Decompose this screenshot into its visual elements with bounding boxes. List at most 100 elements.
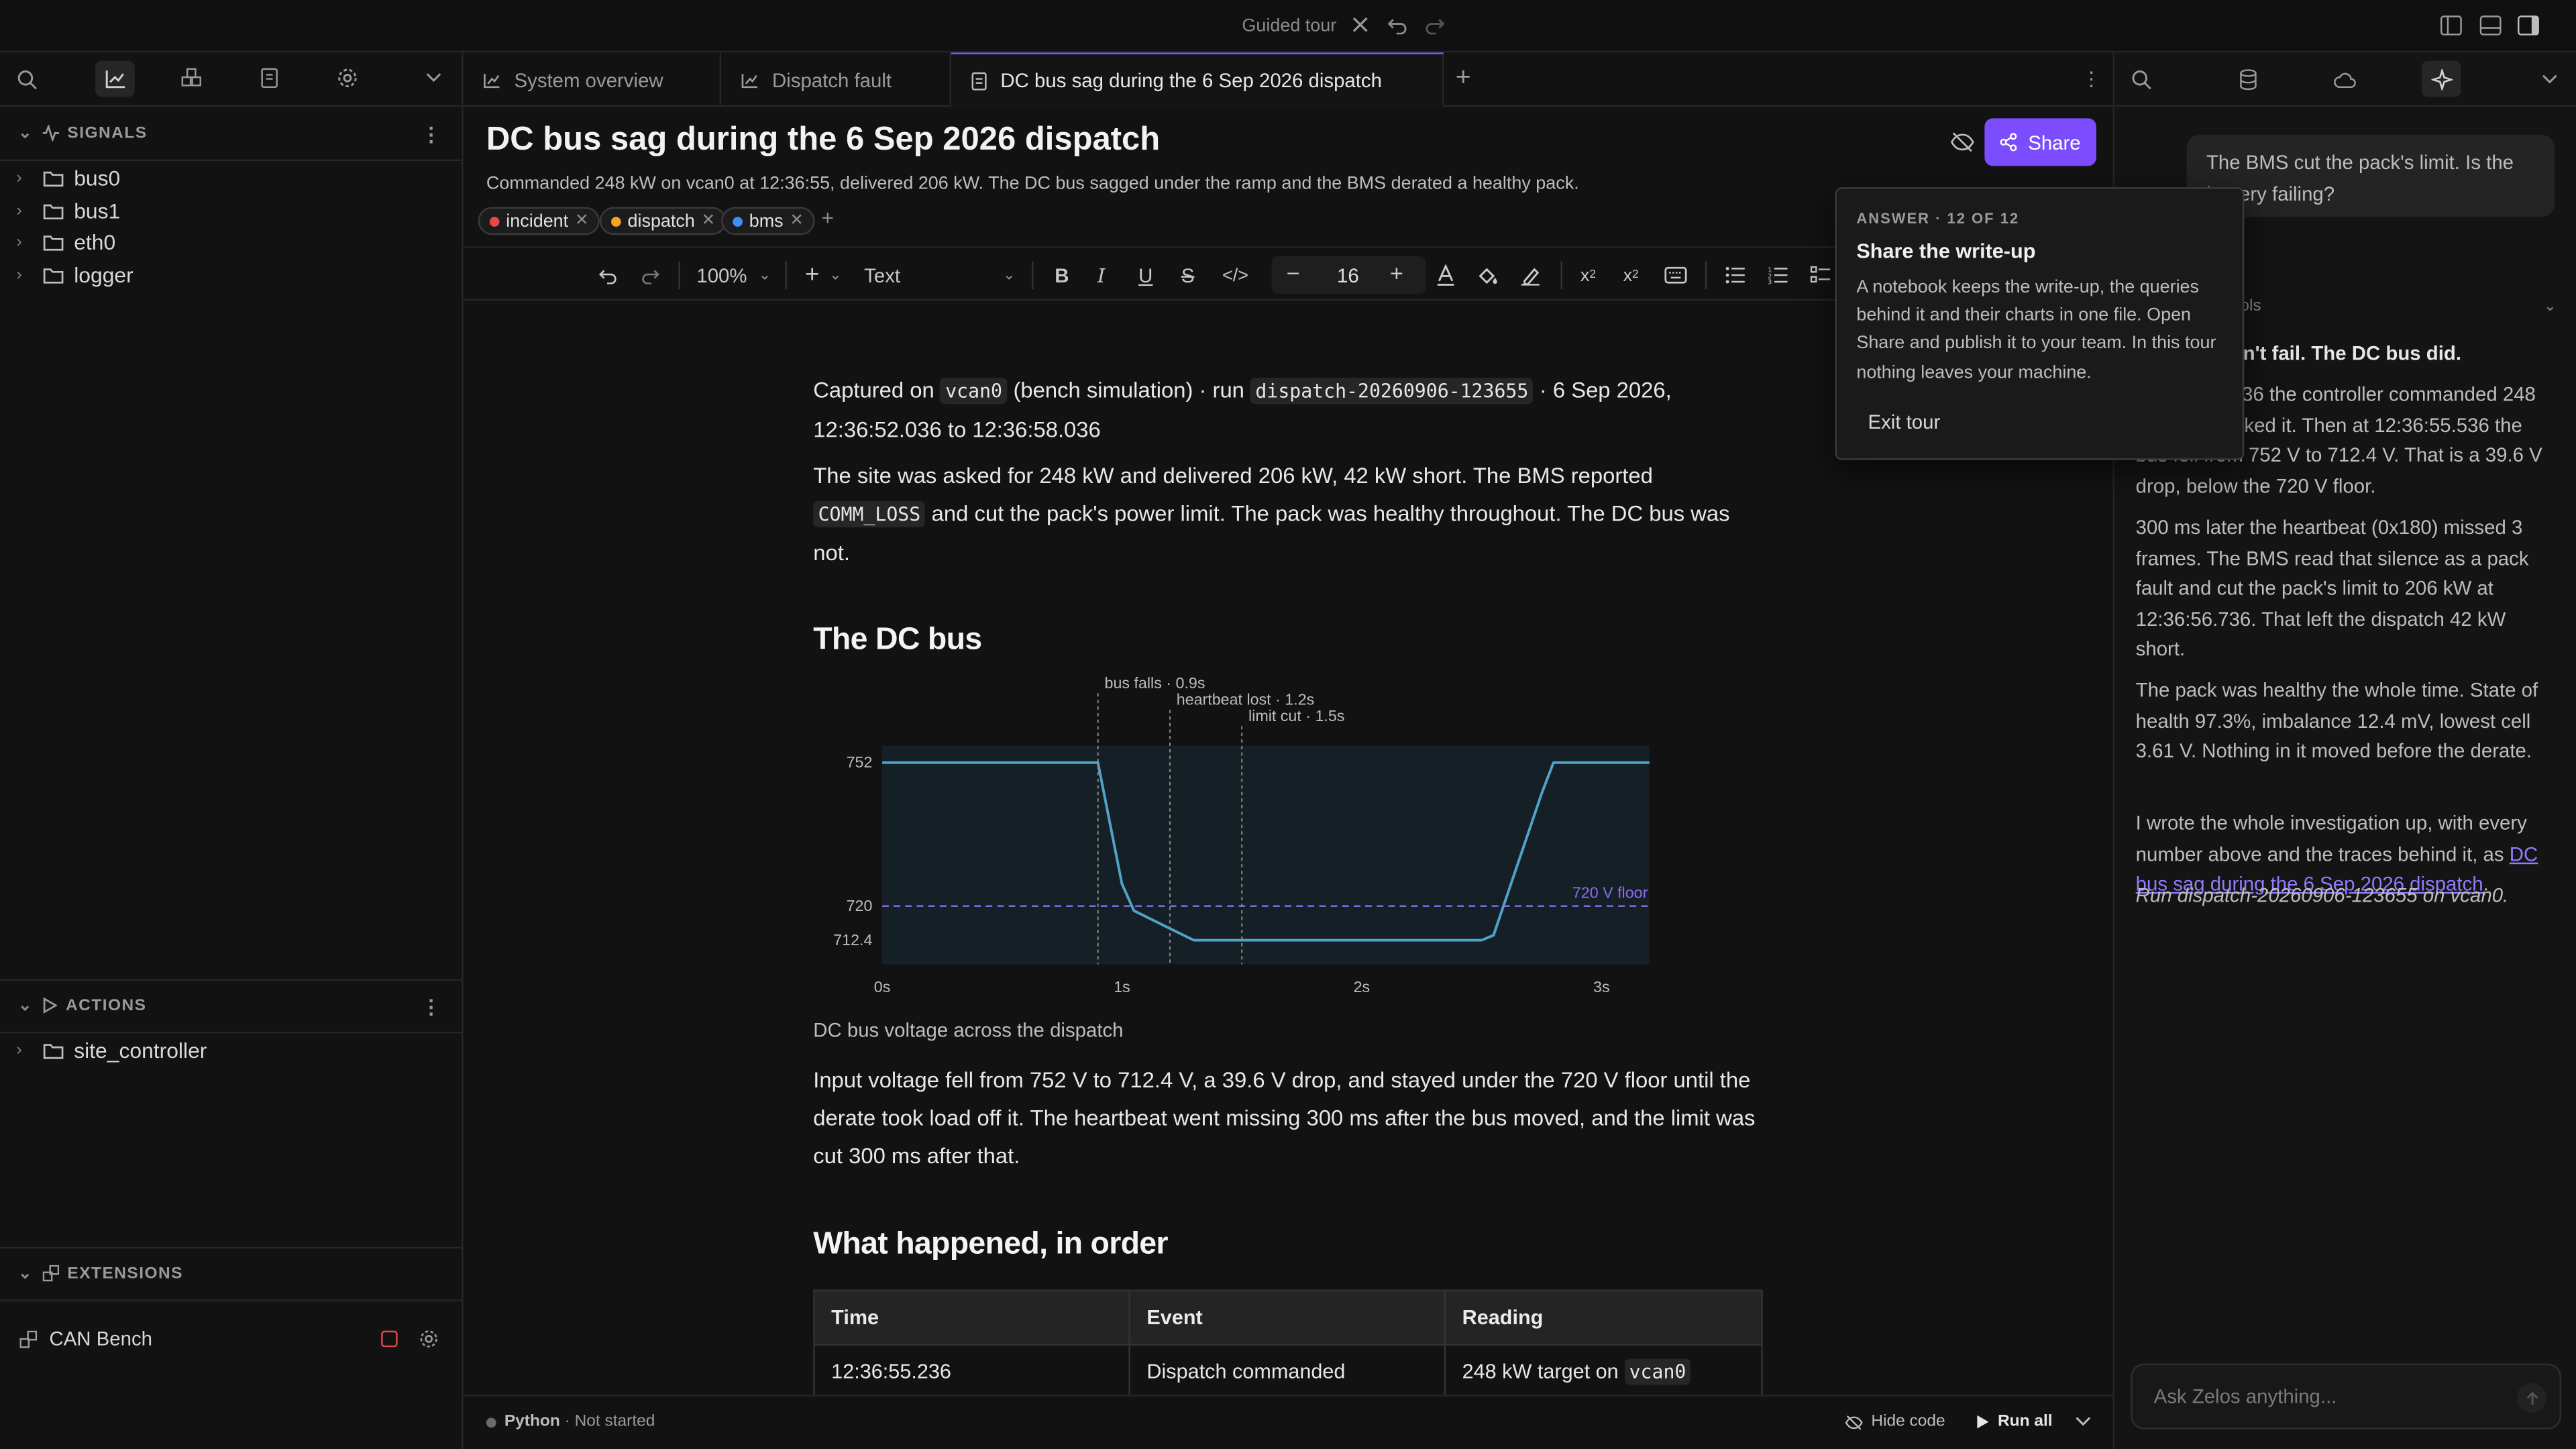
actions-section-header[interactable]: ⌄ ACTIONS ⋮ [0, 981, 462, 1030]
y-tick-label-1: 720 [847, 897, 873, 914]
document-title[interactable]: DC bus sag during the 6 Sep 2026 dispatc… [486, 121, 1160, 159]
tree-item-site-controller[interactable]: › site_controller [16, 1035, 207, 1065]
share-label: Share [2028, 130, 2081, 154]
kernel-status-dot-icon [486, 1417, 496, 1428]
hide-eye-slash-icon[interactable] [1950, 131, 1975, 153]
settings-gear-icon[interactable] [337, 67, 358, 89]
superscript-icon[interactable]: x2 [1623, 261, 1639, 289]
ask-input[interactable]: Ask Zelos anything... [2131, 1363, 2561, 1430]
tab-label: DC bus sag during the 6 Sep 2026 dispatc… [1000, 68, 1382, 93]
tab-dispatch-fault[interactable]: Dispatch fault [721, 52, 951, 107]
notebook-icon[interactable] [260, 67, 279, 89]
heading-dc-bus: The DC bus [813, 623, 982, 657]
tree-item-label: bus0 [74, 165, 121, 190]
assistant-sparkle-icon[interactable] [2421, 60, 2461, 97]
toggle-bottom-panel-icon[interactable] [2479, 15, 2502, 36]
font-size-stepper[interactable]: − 16 + [1271, 256, 1426, 294]
tag-label: dispatch [627, 211, 695, 231]
bullet-list-icon[interactable] [1725, 261, 1746, 289]
text-color-icon[interactable] [1436, 261, 1455, 289]
status-bar: Python · Not started Hide code Run all [463, 1395, 2113, 1449]
redo-icon[interactable] [641, 261, 660, 289]
inline-code-icon[interactable]: </> [1222, 261, 1248, 289]
tree-item-eth0[interactable]: › eth0 [16, 227, 115, 256]
undo-icon[interactable] [1387, 15, 1408, 35]
more-options-icon[interactable]: ⋮ [421, 996, 442, 1018]
zoom-select[interactable]: 100% ⌄ [696, 261, 771, 289]
chevron-down-icon[interactable] [2075, 1415, 2091, 1428]
ask-input-placeholder: Ask Zelos anything... [2153, 1385, 2337, 1408]
tree-item-bus1[interactable]: › bus1 [16, 195, 120, 225]
close-tour-icon[interactable] [1350, 15, 1370, 34]
remove-tag-icon[interactable]: ✕ [702, 212, 716, 230]
font-size-value[interactable]: 16 [1328, 264, 1368, 287]
checklist-icon[interactable] [1810, 261, 1832, 289]
subscript-icon[interactable]: x2 [1580, 261, 1596, 289]
send-arrow-icon[interactable] [2516, 1383, 2546, 1413]
divider [0, 1031, 462, 1034]
numbered-list-icon[interactable]: 123 [1768, 261, 1789, 289]
search-icon[interactable] [16, 69, 38, 91]
tag-incident[interactable]: incident ✕ [478, 207, 600, 235]
chevron-down-icon: ⌄ [2544, 297, 2557, 313]
block-style-select[interactable]: Text ⌄ [864, 261, 1015, 289]
kernel-status[interactable]: Python · Not started [504, 1413, 655, 1431]
toggle-right-panel-icon[interactable] [2517, 15, 2540, 36]
decrease-font-size-icon[interactable]: − [1287, 260, 1300, 286]
tag-dispatch[interactable]: dispatch ✕ [599, 207, 727, 235]
signals-section-header[interactable]: ⌄ SIGNALS ⋮ [0, 109, 462, 158]
stop-icon[interactable] [381, 1330, 398, 1348]
tab-system-overview[interactable]: System overview [464, 52, 722, 107]
add-tag-plus-icon[interactable]: + [821, 205, 834, 230]
components-icon[interactable] [180, 67, 202, 89]
search-icon[interactable] [2131, 69, 2152, 91]
highlighter-icon[interactable] [1519, 261, 1541, 289]
redo-icon[interactable] [1424, 15, 1446, 35]
strikethrough-icon[interactable]: S [1181, 261, 1195, 289]
remove-tag-icon[interactable]: ✕ [790, 212, 804, 230]
text-run: The site was asked for 248 kW and delive… [813, 463, 1653, 488]
zoom-value: 100% [696, 264, 747, 287]
hide-code-button[interactable]: Hide code [1845, 1413, 1945, 1431]
share-button[interactable]: Share [1984, 118, 2096, 166]
document-subtitle[interactable]: Commanded 248 kW on vcan0 at 12:36:55, d… [486, 174, 1579, 194]
chevron-right-icon: › [16, 168, 22, 186]
cloud-icon[interactable] [2333, 70, 2356, 89]
tour-step-title: Share the write-up [1856, 239, 2036, 263]
tree-item-logger[interactable]: › logger [16, 260, 133, 289]
new-tab-plus-icon[interactable]: + [1456, 64, 1471, 94]
tag-bms[interactable]: bms ✕ [721, 207, 816, 235]
exit-tour-button[interactable]: Exit tour [1850, 406, 1959, 439]
bold-icon[interactable]: B [1055, 261, 1069, 289]
increase-font-size-icon[interactable]: + [1390, 260, 1403, 286]
fill-color-icon[interactable] [1477, 261, 1499, 289]
signals-view-icon[interactable] [95, 60, 135, 97]
remove-tag-icon[interactable]: ✕ [575, 212, 589, 230]
keyboard-icon[interactable] [1664, 261, 1687, 289]
document-body[interactable]: Captured on vcan0 (bench simulation) · r… [464, 301, 2113, 1395]
extensions-section-header[interactable]: ⌄ EXTENSIONS [0, 1248, 462, 1297]
chevron-down-icon[interactable] [425, 70, 441, 84]
insert-block-button[interactable]: + ⌄ [805, 261, 842, 289]
tab-dc-bus-sag[interactable]: DC bus sag during the 6 Sep 2026 dispatc… [951, 52, 1444, 107]
chevron-right-icon: › [16, 1040, 22, 1059]
toggle-left-panel-icon[interactable] [2440, 15, 2463, 36]
inline-code: vcan0 [1624, 1358, 1691, 1385]
database-icon[interactable] [2239, 69, 2257, 91]
extension-settings-gear-icon[interactable] [419, 1329, 438, 1348]
folder-icon [43, 1040, 64, 1059]
underline-icon[interactable]: U [1138, 261, 1152, 289]
extension-can-bench[interactable]: CAN Bench [19, 1324, 152, 1354]
chevron-down-icon[interactable] [2542, 72, 2558, 86]
left-sidebar: ⌄ SIGNALS ⋮ › bus0 › bus1 › eth0 › logge… [0, 52, 464, 1449]
more-options-icon[interactable]: ⋮ [421, 123, 442, 146]
chevron-down-icon: ⌄ [1002, 266, 1016, 283]
share-icon [2000, 133, 2019, 152]
italic-icon[interactable]: I [1097, 261, 1106, 289]
title-bar: Guided tour [0, 0, 2576, 53]
run-all-button[interactable]: Run all [1976, 1413, 2053, 1431]
undo-icon[interactable] [598, 261, 617, 289]
kernel-name: Python [504, 1413, 560, 1432]
tree-item-bus0[interactable]: › bus0 [16, 162, 120, 192]
tab-menu-icon[interactable]: ⋮ [2082, 67, 2101, 90]
